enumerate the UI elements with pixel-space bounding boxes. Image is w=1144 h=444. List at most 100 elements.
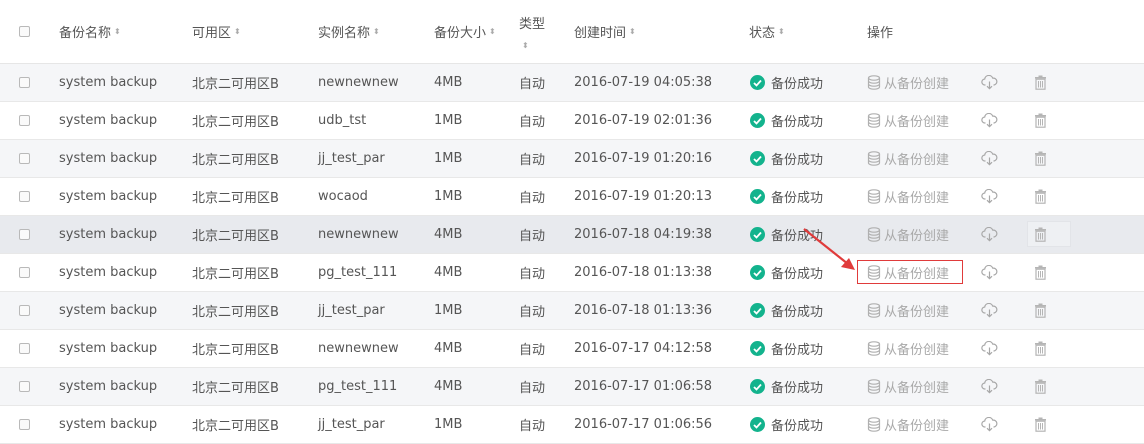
row-checkbox[interactable]: [19, 140, 30, 177]
cell-created-time: 2016-07-18 01:13:38: [574, 265, 713, 280]
row-checkbox[interactable]: [19, 406, 30, 443]
sort-icon: ⬍: [373, 26, 380, 36]
cell-instance-name: pg_test_111: [318, 379, 398, 394]
header-zone[interactable]: 可用区 ⬍: [192, 0, 241, 63]
create-from-backup-button[interactable]: 从备份创建: [867, 140, 949, 177]
cell-backup-size: 1MB: [434, 303, 463, 318]
row-checkbox[interactable]: [19, 178, 30, 215]
sort-icon: ⬍: [778, 26, 785, 36]
cell-type: 自动: [519, 267, 546, 282]
cell-zone: 北京二可用区B: [192, 343, 279, 358]
cloud-download-icon[interactable]: [981, 64, 998, 101]
table-row[interactable]: system backup 北京二可用区B pg_test_111 4MB 自动 2016…: [0, 254, 1144, 292]
table-row[interactable]: system backup 北京二可用区B jj_test_par 1MB 自动 2016…: [0, 292, 1144, 330]
trash-icon[interactable]: [1034, 254, 1047, 291]
cell-zone: 北京二可用区B: [192, 267, 279, 282]
trash-icon[interactable]: [1034, 140, 1047, 177]
status-label: 备份成功: [771, 343, 824, 358]
database-icon: [867, 303, 884, 318]
trash-icon[interactable]: [1034, 64, 1047, 101]
cell-instance-name: jj_test_par: [318, 151, 385, 166]
cloud-download-icon[interactable]: [981, 330, 998, 367]
row-checkbox[interactable]: [19, 292, 30, 329]
row-checkbox[interactable]: [19, 64, 30, 101]
trash-icon[interactable]: [1034, 330, 1047, 367]
cloud-download-icon[interactable]: [981, 292, 998, 329]
row-checkbox[interactable]: [19, 216, 30, 253]
cloud-download-icon[interactable]: [981, 102, 998, 139]
cell-zone: 北京二可用区B: [192, 419, 279, 434]
check-circle-icon: [750, 75, 765, 90]
cell-backup-name: system backup: [59, 303, 158, 318]
create-from-backup-button[interactable]: 从备份创建: [867, 368, 949, 405]
cell-type: 自动: [519, 115, 546, 130]
cell-status: 备份成功: [750, 140, 823, 177]
row-checkbox[interactable]: [19, 368, 30, 405]
table-row[interactable]: system backup 北京二可用区B newnewnew 4MB 自动 2016-0…: [0, 64, 1144, 102]
header-created-time[interactable]: 创建时间 ⬍: [574, 0, 636, 63]
trash-icon[interactable]: [1034, 178, 1047, 215]
cloud-download-icon[interactable]: [981, 406, 998, 443]
check-circle-icon: [750, 417, 765, 432]
trash-icon[interactable]: [1034, 216, 1047, 253]
cloud-download-icon[interactable]: [981, 178, 998, 215]
table-row[interactable]: system backup 北京二可用区B udb_tst 1MB 自动 2016-07-…: [0, 102, 1144, 140]
cloud-download-icon[interactable]: [981, 368, 998, 405]
table-body: system backup 北京二可用区B newnewnew 4MB 自动 2016-0…: [0, 64, 1144, 444]
database-icon: [867, 227, 884, 242]
cloud-download-icon[interactable]: [981, 216, 998, 253]
trash-icon[interactable]: [1034, 102, 1047, 139]
sort-icon: ⬍: [522, 41, 529, 50]
header-label: 操作: [867, 26, 894, 41]
header-instance-name[interactable]: 实例名称 ⬍: [318, 0, 380, 63]
check-circle-icon: [750, 303, 765, 318]
table-row[interactable]: system backup 北京二可用区B wocaod 1MB 自动 2016-07-1…: [0, 178, 1144, 216]
cell-instance-name: jj_test_par: [318, 417, 385, 432]
cell-instance-name: pg_test_111: [318, 265, 398, 280]
create-from-backup-button[interactable]: 从备份创建: [867, 178, 949, 215]
header-label: 实例名称: [318, 26, 371, 41]
status-label: 备份成功: [771, 191, 824, 206]
cell-status: 备份成功: [750, 330, 823, 367]
cell-backup-size: 4MB: [434, 341, 463, 356]
create-from-backup-button[interactable]: 从备份创建: [867, 64, 949, 101]
trash-icon[interactable]: [1034, 368, 1047, 405]
header-backup-name[interactable]: 备份名称 ⬍: [59, 0, 121, 63]
cell-backup-name: system backup: [59, 417, 158, 432]
create-from-backup-button[interactable]: 从备份创建: [867, 406, 949, 443]
create-from-backup-button[interactable]: 从备份创建: [867, 216, 949, 253]
cell-created-time: 2016-07-17 01:06:58: [574, 379, 713, 394]
cloud-download-icon[interactable]: [981, 140, 998, 177]
check-circle-icon: [750, 341, 765, 356]
header-label: 类型: [519, 17, 546, 32]
create-from-backup-button[interactable]: 从备份创建: [867, 330, 949, 367]
row-checkbox[interactable]: [19, 102, 30, 139]
row-checkbox[interactable]: [19, 330, 30, 367]
sort-icon: ⬍: [489, 26, 496, 36]
cell-instance-name: newnewnew: [318, 341, 399, 356]
row-checkbox[interactable]: [19, 254, 30, 291]
create-from-backup-button[interactable]: 从备份创建: [867, 292, 949, 329]
table-row[interactable]: system backup 北京二可用区B jj_test_par 1MB 自动 2016…: [0, 406, 1144, 444]
select-all-checkbox[interactable]: [19, 0, 30, 63]
create-from-backup-label: 从备份创建: [884, 381, 950, 396]
table-row[interactable]: system backup 北京二可用区B newnewnew 4MB 自动 2016-0…: [0, 216, 1144, 254]
cell-type: 自动: [519, 191, 546, 206]
table-row[interactable]: system backup 北京二可用区B jj_test_par 1MB 自动 2016…: [0, 140, 1144, 178]
cell-status: 备份成功: [750, 292, 823, 329]
header-type[interactable]: 类型 ⬍: [519, 0, 545, 63]
create-from-backup-label: 从备份创建: [884, 153, 950, 168]
cell-instance-name: newnewnew: [318, 75, 399, 90]
cloud-download-icon[interactable]: [981, 254, 998, 291]
header-backup-size[interactable]: 备份大小 ⬍: [434, 0, 496, 63]
create-from-backup-button[interactable]: 从备份创建: [867, 102, 949, 139]
table-row[interactable]: system backup 北京二可用区B newnewnew 4MB 自动 2016-0…: [0, 330, 1144, 368]
cell-created-time: 2016-07-17 04:12:58: [574, 341, 713, 356]
table-row[interactable]: system backup 北京二可用区B pg_test_111 4MB 自动 2016…: [0, 368, 1144, 406]
create-from-backup-label: 从备份创建: [884, 77, 950, 92]
check-circle-icon: [750, 227, 765, 242]
trash-icon[interactable]: [1034, 292, 1047, 329]
database-icon: [867, 379, 884, 394]
header-status[interactable]: 状态 ⬍: [749, 0, 785, 63]
trash-icon[interactable]: [1034, 406, 1047, 443]
